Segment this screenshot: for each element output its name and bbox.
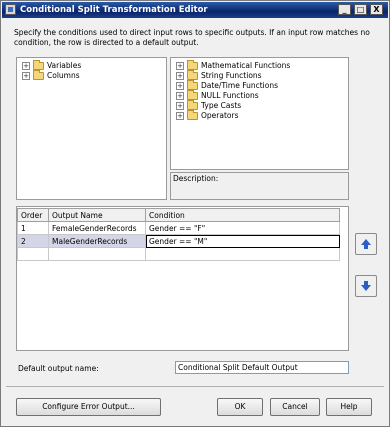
ok-button[interactable]: OK — [217, 398, 263, 416]
variables-columns-tree[interactable]: + Variables + Columns — [16, 57, 167, 200]
cell-condition[interactable]: Gender == "F" — [145, 221, 340, 235]
tree-item-label: Mathematical Functions — [201, 61, 291, 70]
instructions-text: Specify the conditions used to direct in… — [14, 28, 370, 47]
app-icon — [5, 4, 16, 15]
folder-icon — [187, 110, 198, 120]
expand-icon[interactable]: + — [176, 112, 184, 120]
expand-icon[interactable]: + — [22, 72, 30, 80]
tree-item-label: Variables — [47, 61, 82, 70]
description-label: Description: — [173, 174, 219, 183]
description-pane: Description: — [170, 172, 349, 200]
configure-error-output-button[interactable]: Configure Error Output... — [16, 398, 161, 416]
help-button[interactable]: Help — [326, 398, 372, 416]
conditions-table: Order Output Name Condition 1 FemaleGend… — [17, 208, 340, 261]
cell-order-empty[interactable] — [17, 247, 49, 261]
maximize-button[interactable]: □ — [354, 4, 367, 15]
table-row[interactable]: 1 FemaleGenderRecords Gender == "F" — [17, 221, 340, 235]
cell-output-name[interactable]: FemaleGenderRecords — [48, 221, 146, 235]
expand-icon[interactable]: + — [176, 82, 184, 90]
default-output-field[interactable]: Conditional Split Default Output — [175, 361, 349, 374]
folder-icon — [187, 60, 198, 70]
arrow-down-icon — [361, 281, 371, 291]
expand-icon[interactable]: + — [22, 62, 30, 70]
tree-item-label: Columns — [47, 71, 80, 80]
move-down-button[interactable] — [355, 275, 377, 297]
folder-icon — [33, 60, 44, 70]
cell-order[interactable]: 1 — [17, 221, 49, 235]
cancel-button[interactable]: Cancel — [270, 398, 320, 416]
cell-condition-editing[interactable]: Gender == "M" — [145, 234, 340, 248]
functions-tree[interactable]: + Mathematical Functions + String Functi… — [170, 57, 349, 170]
column-header-condition[interactable]: Condition — [145, 208, 340, 222]
table-row-selected[interactable]: 2 MaleGenderRecords Gender == "M" — [17, 234, 340, 248]
tree-item-label: NULL Functions — [201, 91, 259, 100]
title-bar[interactable]: Conditional Split Transformation Editor … — [2, 2, 388, 18]
expand-icon[interactable]: + — [176, 62, 184, 70]
folder-icon — [33, 70, 44, 80]
move-up-button[interactable] — [355, 233, 377, 255]
tree-item-label: Type Casts — [201, 101, 242, 110]
folder-icon — [187, 70, 198, 80]
cell-condition-empty[interactable] — [145, 247, 340, 261]
cell-output-name[interactable]: MaleGenderRecords — [48, 234, 146, 248]
expand-icon[interactable]: + — [176, 102, 184, 110]
minimize-button[interactable]: _ — [338, 4, 351, 15]
close-button[interactable]: X — [370, 4, 383, 15]
cell-output-name-empty[interactable] — [48, 247, 146, 261]
arrow-up-icon — [361, 239, 371, 249]
expand-icon[interactable]: + — [176, 92, 184, 100]
folder-icon — [187, 90, 198, 100]
tree-item-label: String Functions — [201, 71, 262, 80]
folder-icon — [187, 100, 198, 110]
window-title: Conditional Split Transformation Editor — [20, 5, 208, 15]
column-header-order[interactable]: Order — [17, 208, 49, 222]
separator — [6, 386, 384, 387]
dialog-window: Conditional Split Transformation Editor … — [0, 0, 390, 427]
table-header-row: Order Output Name Condition — [17, 208, 340, 222]
column-header-output-name[interactable]: Output Name — [48, 208, 146, 222]
table-row-new[interactable] — [17, 247, 340, 261]
folder-icon — [187, 80, 198, 90]
tree-item-label: Date/Time Functions — [201, 81, 278, 90]
expand-icon[interactable]: + — [176, 72, 184, 80]
tree-item-label: Operators — [201, 111, 239, 120]
cell-order[interactable]: 2 — [17, 234, 49, 248]
default-output-label: Default output name: — [18, 364, 99, 373]
